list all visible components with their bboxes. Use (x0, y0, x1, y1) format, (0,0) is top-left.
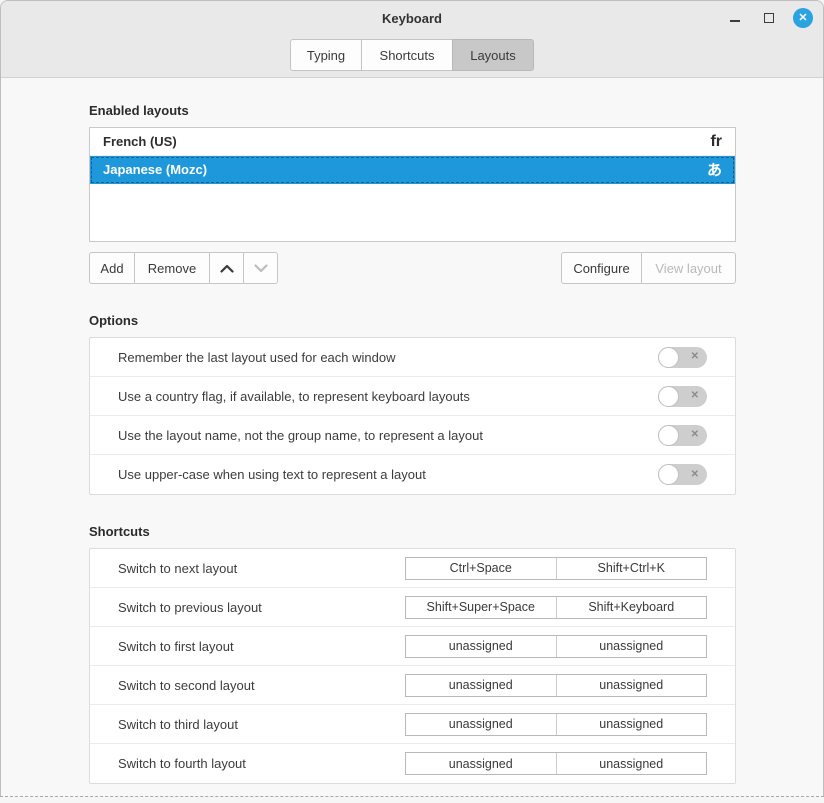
keybinding-cell-1[interactable]: unassigned (406, 675, 556, 696)
maximize-button[interactable] (759, 8, 779, 28)
toggle-knob (658, 347, 679, 368)
toggle-off-x-icon: ✕ (691, 430, 699, 440)
keybinding-cell-2[interactable]: unassigned (556, 714, 707, 735)
option-label: Use upper-case when using text to repres… (118, 467, 658, 482)
keybinding-cell-2[interactable]: unassigned (556, 753, 707, 774)
toggle-remember-last-layout[interactable]: ✕ (658, 347, 707, 368)
keyboard-settings-window: Keyboard ✕ Typing Shortcuts Lay (0, 0, 824, 796)
tab-typing[interactable]: Typing (290, 39, 362, 71)
enabled-layouts-list: French (US) fr Japanese (Mozc) あ (89, 127, 736, 242)
option-row-upper-case: Use upper-case when using text to repres… (90, 455, 735, 494)
toggle-knob (658, 464, 679, 485)
keybinding-group: Ctrl+Space Shift+Ctrl+K (405, 557, 707, 580)
option-label: Use the layout name, not the group name,… (118, 428, 658, 443)
toggle-upper-case[interactable]: ✕ (658, 464, 707, 485)
keybinding-group: unassigned unassigned (405, 752, 707, 775)
keybinding-cell-1[interactable]: Shift+Super+Space (406, 597, 556, 618)
maximize-icon (764, 13, 774, 23)
layout-row-japanese[interactable]: Japanese (Mozc) あ (90, 156, 735, 184)
keybinding-cell-2[interactable]: Shift+Ctrl+K (556, 558, 707, 579)
move-layout-up-button[interactable] (209, 252, 244, 284)
minimize-button[interactable] (725, 8, 745, 28)
chevron-up-icon (220, 264, 234, 273)
layouts-page: Enabled layouts French (US) fr Japanese … (1, 78, 823, 784)
layout-edit-button-group: Add Remove (89, 252, 278, 284)
layout-name: French (US) (103, 134, 177, 149)
toggle-knob (658, 425, 679, 446)
layout-list-actions: Add Remove Configure View layout (89, 252, 736, 284)
option-row-country-flag: Use a country flag, if available, to rep… (90, 377, 735, 416)
tab-shortcuts[interactable]: Shortcuts (361, 39, 453, 71)
keybinding-cell-1[interactable]: unassigned (406, 714, 556, 735)
shortcuts-section: Shortcuts Switch to next layout Ctrl+Spa… (89, 524, 736, 784)
option-row-remember-last-layout: Remember the last layout used for each w… (90, 338, 735, 377)
window-controls: ✕ (725, 1, 813, 35)
keybinding-cell-2[interactable]: unassigned (556, 636, 707, 657)
shortcuts-heading: Shortcuts (89, 524, 736, 539)
shortcut-row-third-layout: Switch to third layout unassigned unassi… (90, 705, 735, 744)
option-row-layout-name: Use the layout name, not the group name,… (90, 416, 735, 455)
shortcut-row-fourth-layout: Switch to fourth layout unassigned unass… (90, 744, 735, 783)
keybinding-group: Shift+Super+Space Shift+Keyboard (405, 596, 707, 619)
shortcut-label: Switch to third layout (118, 717, 405, 732)
close-icon: ✕ (798, 13, 807, 24)
layout-indicator-badge: あ (707, 159, 722, 180)
shortcut-row-next-layout: Switch to next layout Ctrl+Space Shift+C… (90, 549, 735, 588)
toggle-knob (658, 386, 679, 407)
keybinding-cell-1[interactable]: Ctrl+Space (406, 558, 556, 579)
toggle-country-flag[interactable]: ✕ (658, 386, 707, 407)
layout-indicator-badge: fr (710, 133, 722, 151)
window-title: Keyboard (382, 11, 442, 26)
view-layout-button[interactable]: View layout (641, 252, 736, 284)
shortcut-label: Switch to second layout (118, 678, 405, 693)
tab-layouts-label: Layouts (470, 48, 516, 63)
shortcut-row-first-layout: Switch to first layout unassigned unassi… (90, 627, 735, 666)
toggle-off-x-icon: ✕ (691, 352, 699, 362)
options-panel: Remember the last layout used for each w… (89, 337, 736, 495)
shortcut-row-previous-layout: Switch to previous layout Shift+Super+Sp… (90, 588, 735, 627)
window-resize-edge[interactable] (0, 796, 824, 803)
keybinding-group: unassigned unassigned (405, 635, 707, 658)
tab-bar: Typing Shortcuts Layouts (290, 39, 534, 71)
keybinding-group: unassigned unassigned (405, 713, 707, 736)
keybinding-group: unassigned unassigned (405, 674, 707, 697)
options-heading: Options (89, 313, 736, 328)
window-header: Keyboard ✕ Typing Shortcuts Lay (1, 1, 823, 78)
tab-layouts[interactable]: Layouts (452, 39, 534, 71)
shortcut-label: Switch to previous layout (118, 600, 405, 615)
keybinding-cell-1[interactable]: unassigned (406, 753, 556, 774)
toggle-off-x-icon: ✕ (691, 391, 699, 401)
enabled-layouts-heading: Enabled layouts (89, 103, 736, 118)
keybinding-cell-2[interactable]: Shift+Keyboard (556, 597, 707, 618)
configure-button-label: Configure (573, 261, 629, 276)
layout-name: Japanese (Mozc) (103, 162, 207, 177)
titlebar[interactable]: Keyboard ✕ (1, 1, 823, 35)
toggle-off-x-icon: ✕ (691, 470, 699, 480)
toggle-layout-name[interactable]: ✕ (658, 425, 707, 446)
remove-button-label: Remove (148, 261, 196, 276)
tab-shortcuts-label: Shortcuts (380, 48, 435, 63)
configure-button[interactable]: Configure (561, 252, 642, 284)
add-layout-button[interactable]: Add (89, 252, 135, 284)
option-label: Remember the last layout used for each w… (118, 350, 658, 365)
chevron-down-icon (254, 264, 268, 273)
shortcut-label: Switch to next layout (118, 561, 405, 576)
layout-row-french[interactable]: French (US) fr (90, 128, 735, 156)
options-section: Options Remember the last layout used fo… (89, 313, 736, 495)
add-button-label: Add (100, 261, 123, 276)
remove-layout-button[interactable]: Remove (134, 252, 210, 284)
keybinding-cell-1[interactable]: unassigned (406, 636, 556, 657)
shortcut-label: Switch to fourth layout (118, 756, 405, 771)
keybinding-cell-2[interactable]: unassigned (556, 675, 707, 696)
tab-typing-label: Typing (307, 48, 345, 63)
shortcut-label: Switch to first layout (118, 639, 405, 654)
move-layout-down-button[interactable] (243, 252, 278, 284)
view-layout-button-label: View layout (655, 261, 721, 276)
option-label: Use a country flag, if available, to rep… (118, 389, 658, 404)
layout-inspect-button-group: Configure View layout (561, 252, 736, 284)
shortcuts-panel: Switch to next layout Ctrl+Space Shift+C… (89, 548, 736, 784)
close-button[interactable]: ✕ (793, 8, 813, 28)
minimize-icon (730, 20, 740, 22)
shortcut-row-second-layout: Switch to second layout unassigned unass… (90, 666, 735, 705)
